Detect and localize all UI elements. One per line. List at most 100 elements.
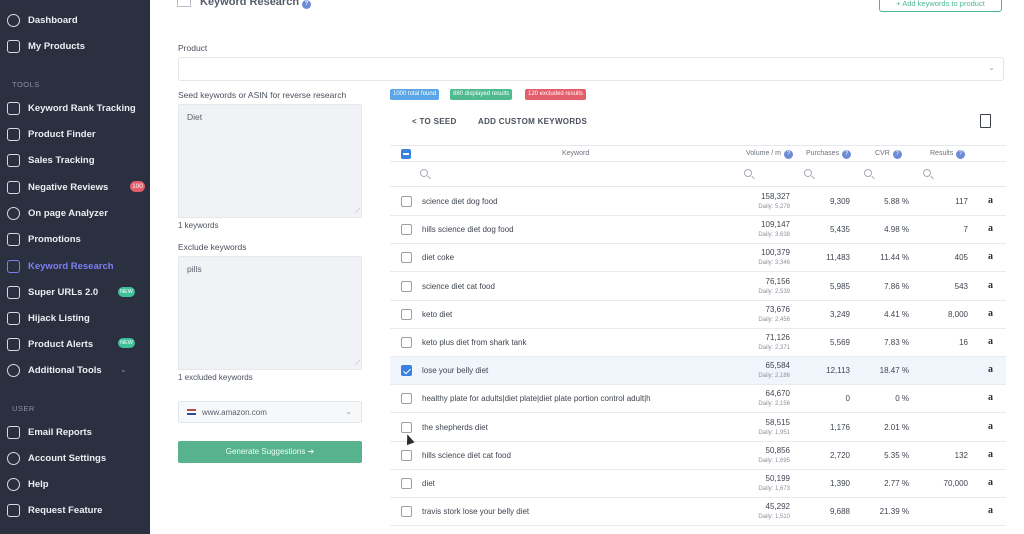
sidebar-item-negative-reviews[interactable]: Negative Reviews	[0, 176, 150, 198]
amazon-icon[interactable]: a	[988, 421, 993, 432]
table-row[interactable]: diet coke 100,379 Daily: 3,346 11,483 11.44 …	[390, 244, 1006, 273]
table-row[interactable]: diet 50,199 Daily: 1,673 1,390 2.77 % 70,000 a	[390, 470, 1006, 498]
displayed-results-badge: 880 displayed results	[450, 89, 513, 100]
search-icon[interactable]	[864, 169, 872, 177]
select-all-checkbox[interactable]	[401, 149, 411, 159]
help-icon[interactable]: ?	[302, 0, 312, 9]
sidebar-item-product-finder[interactable]: Product Finder	[0, 123, 150, 145]
cvr-cell: 21.39 %	[879, 507, 909, 517]
table-row[interactable]: healthy plate for adults|diet plate|diet…	[390, 385, 1006, 414]
seed-keywords-input[interactable]: Diet ⟋	[178, 104, 362, 218]
help-icon[interactable]: ?	[784, 150, 794, 159]
row-checkbox[interactable]	[401, 365, 412, 377]
table-row[interactable]: science diet cat food 76,156 Daily: 2,539 5…	[390, 272, 1006, 301]
sidebar-item-keyword-rank-tracking[interactable]: Keyword Rank Tracking	[0, 97, 150, 119]
table-row[interactable]: travis stork lose your belly diet 45,292 D…	[390, 498, 1006, 527]
sidebar-item-on-page-analyzer[interactable]: On page Analyzer	[0, 202, 150, 224]
sidebar-item-help[interactable]: Help	[0, 473, 150, 495]
sidebar-item-dashboard[interactable]: Dashboard	[0, 9, 150, 31]
amazon-icon[interactable]: a	[988, 505, 993, 516]
product-select[interactable]: ⌄	[178, 57, 1004, 81]
row-checkbox[interactable]	[401, 478, 412, 489]
row-checkbox[interactable]	[401, 224, 412, 236]
daily-volume-cell: Daily: 2,539	[758, 288, 790, 295]
sidebar-item-label: Additional Tools	[28, 364, 102, 376]
volume-cell: 158,327	[761, 192, 790, 201]
sidebar-item-label: My Products	[28, 40, 86, 52]
amazon-icon[interactable]: a	[988, 364, 993, 375]
search-icon[interactable]	[744, 169, 752, 177]
table-row[interactable]: keto diet 73,676 Daily: 2,456 3,249 4.41 % 8,…	[390, 300, 1006, 329]
user-section-label: USER	[12, 404, 35, 413]
volume-cell: 50,856	[765, 445, 790, 455]
new-badge: NEW	[118, 338, 135, 348]
generate-suggestions-button[interactable]: Generate Suggestions ➔	[178, 441, 362, 463]
row-checkbox[interactable]	[401, 252, 412, 264]
amazon-icon[interactable]: a	[988, 223, 993, 234]
table-row[interactable]: hills science diet cat food 50,856 Daily: …	[390, 441, 1006, 470]
column-results-label: Results	[930, 150, 954, 157]
row-checkbox[interactable]	[401, 421, 412, 433]
column-cvr[interactable]: CVR?	[875, 150, 902, 159]
table-row[interactable]: hills science diet dog food 109,147 Daily:…	[390, 216, 1006, 245]
row-checkbox[interactable]	[401, 449, 412, 461]
sidebar-item-request-feature[interactable]: Request Feature	[0, 499, 150, 521]
sidebar-item-sales-tracking[interactable]: Sales Tracking	[0, 149, 150, 171]
column-purchases[interactable]: Purchases?	[806, 150, 852, 159]
sidebar-item-email-reports[interactable]: Email Reports	[0, 421, 150, 443]
sidebar-item-keyword-research[interactable]: Keyword Research	[0, 255, 150, 277]
to-seed-link[interactable]: < TO SEED	[412, 117, 457, 126]
excluded-results-badge: 120 excluded results	[525, 89, 587, 100]
row-checkbox[interactable]	[401, 308, 412, 320]
add-keywords-label: Add keywords to product	[902, 0, 985, 8]
table-row[interactable]: the shepherds diet 58,515 Daily: 1,951 1,17…	[390, 413, 1006, 442]
resize-handle[interactable]: ⟋	[355, 360, 360, 368]
amazon-icon[interactable]: a	[988, 280, 993, 291]
search-icon[interactable]	[420, 169, 428, 177]
help-icon[interactable]: ?	[956, 150, 966, 159]
amazon-icon[interactable]: a	[988, 336, 993, 347]
column-results[interactable]: Results?	[930, 150, 966, 159]
search-icon[interactable]	[804, 169, 812, 177]
column-volume[interactable]: Volume / m?	[746, 150, 794, 159]
amazon-icon[interactable]: a	[988, 477, 993, 488]
amazon-icon[interactable]: a	[988, 195, 993, 206]
daily-volume-cell: Daily: 5,278	[758, 204, 790, 210]
search-icon[interactable]	[923, 169, 931, 177]
sidebar-item-account-settings[interactable]: Account Settings	[0, 447, 150, 469]
sidebar-item-hijack-listing[interactable]: Hijack Listing	[0, 307, 150, 329]
marketplace-select[interactable]: www.amazon.com ⌄	[178, 401, 362, 423]
help-icon[interactable]: ?	[892, 150, 902, 159]
amazon-icon[interactable]: a	[988, 392, 993, 403]
total-found-badge: 1000 total found	[390, 89, 440, 100]
sidebar-item-label: Account Settings	[28, 452, 107, 464]
keyword-cell: healthy plate for adults|diet plate|diet…	[422, 394, 651, 404]
export-file-icon[interactable]	[980, 114, 991, 128]
sidebar-item-label: Sales Tracking	[28, 154, 95, 166]
row-checkbox[interactable]	[401, 196, 412, 207]
table-row[interactable]: lose your belly diet 65,584 Daily: 2,186 12…	[390, 357, 1006, 386]
amazon-icon[interactable]: a	[988, 449, 993, 460]
sidebar-item-my-products[interactable]: My Products	[0, 35, 150, 57]
sidebar-item-additional-tools[interactable]: Additional Tools	[0, 359, 150, 381]
help-icon[interactable]: ?	[842, 150, 852, 159]
page-title: Keyword Research?	[200, 0, 312, 9]
row-checkbox[interactable]	[401, 393, 412, 405]
filter-row	[390, 163, 1006, 187]
amazon-icon[interactable]: a	[988, 251, 993, 262]
row-checkbox[interactable]	[401, 280, 412, 292]
resize-handle[interactable]: ⟋	[355, 208, 360, 216]
sidebar-item-promotions[interactable]: Promotions	[0, 228, 150, 250]
column-keyword[interactable]: Keyword	[562, 150, 589, 157]
keyword-cell: keto diet	[422, 309, 453, 319]
cvr-cell: 11.44 %	[880, 253, 909, 263]
amazon-icon[interactable]: a	[988, 308, 993, 319]
exclude-keywords-input[interactable]: pills ⟋	[178, 256, 362, 370]
add-keywords-button[interactable]: + Add keywords to product	[879, 0, 1002, 12]
exclude-count: 1 excluded keywords	[178, 373, 253, 382]
row-checkbox[interactable]	[401, 337, 412, 348]
table-row[interactable]: science diet dog food 158,327 Daily: 5,278…	[390, 188, 1006, 216]
row-checkbox[interactable]	[401, 506, 412, 518]
add-custom-keywords-link[interactable]: ADD CUSTOM KEYWORDS	[478, 117, 587, 126]
table-row[interactable]: keto plus diet from shark tank 71,126 Dail…	[390, 329, 1006, 357]
